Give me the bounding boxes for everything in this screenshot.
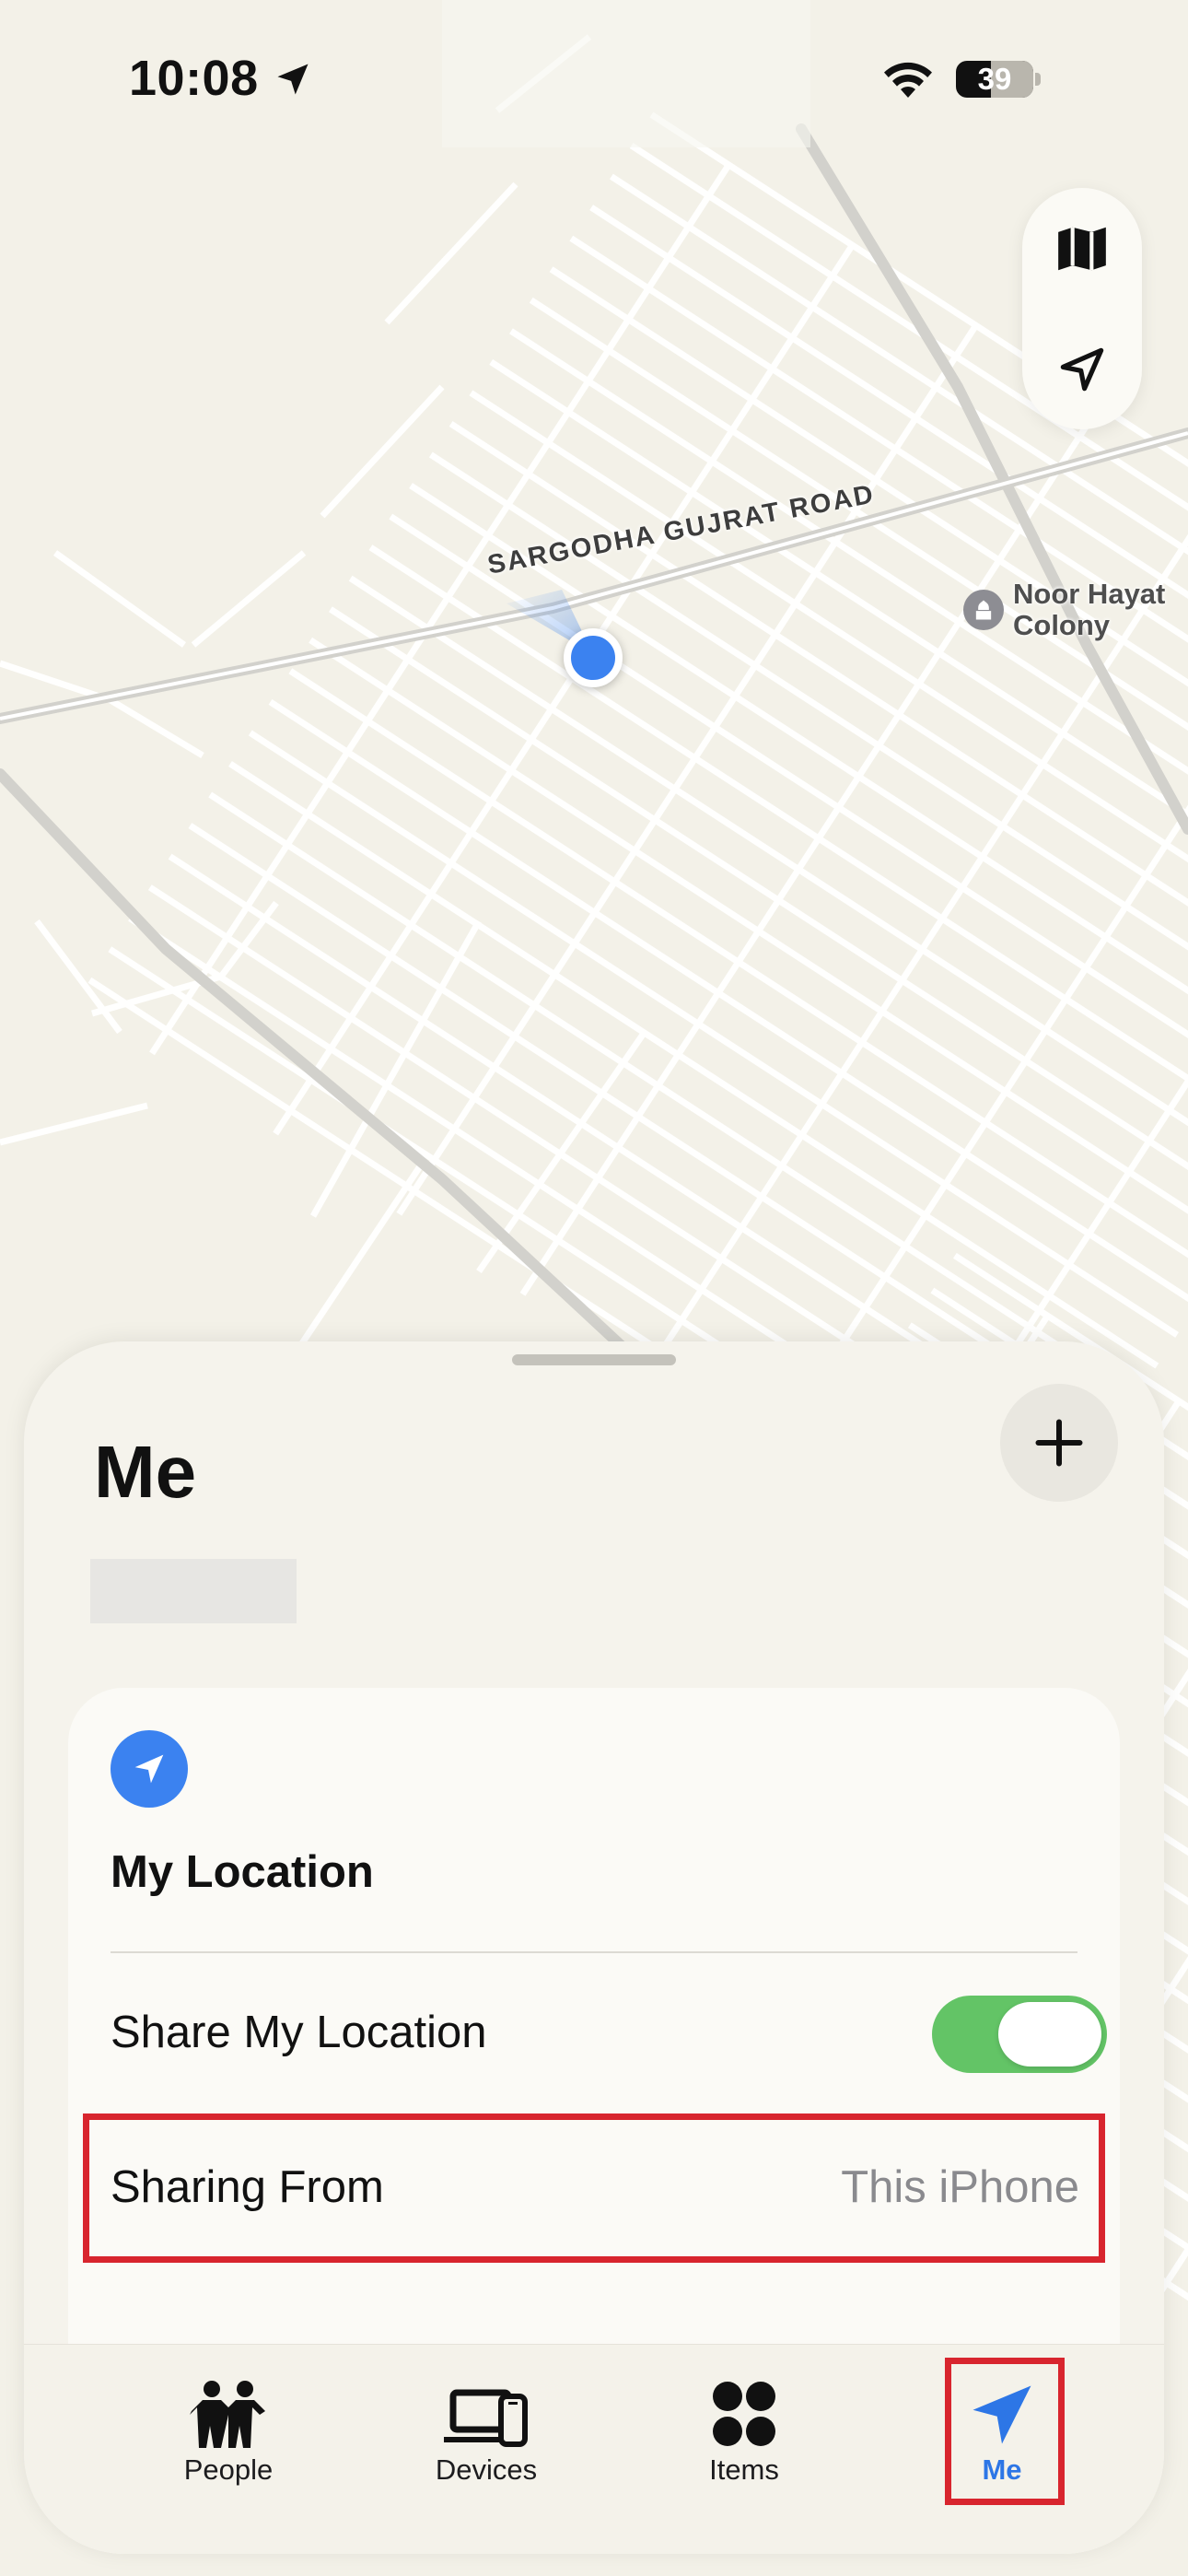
- people-icon: [190, 2381, 265, 2448]
- tab-me[interactable]: Me: [919, 2345, 1085, 2505]
- map-icon: [1058, 227, 1106, 270]
- share-my-location-toggle[interactable]: [932, 1996, 1107, 2073]
- tab-bar: People Devices Items Me: [24, 2344, 1164, 2554]
- wifi-icon: [884, 62, 932, 98]
- tab-devices[interactable]: Devices: [403, 2345, 569, 2501]
- battery-level: 39: [977, 62, 1012, 96]
- sharing-from-row[interactable]: Sharing From This iPhone: [83, 2113, 1105, 2263]
- toggle-knob: [998, 2002, 1101, 2067]
- location-arrow-icon: [277, 64, 309, 95]
- plus-icon: [1035, 1419, 1083, 1467]
- poi-label-line1: Noor Hayat: [1013, 578, 1166, 610]
- mosque-icon: [963, 590, 1004, 630]
- poi-label-line2: Colony: [1013, 609, 1111, 641]
- card-title: My Location: [111, 1847, 374, 1897]
- poi-label: Noor Hayat Colony: [1013, 579, 1165, 641]
- status-time: 10:08: [129, 51, 259, 106]
- me-sheet: Me My Location Share My Location Sharing…: [24, 1341, 1164, 2554]
- user-location-dot[interactable]: [564, 628, 623, 687]
- share-my-location-label: Share My Location: [111, 2008, 487, 2057]
- location-arrow-outline-icon: [1060, 347, 1104, 391]
- poi-noor-hayat-colony[interactable]: Noor Hayat Colony: [963, 579, 1184, 652]
- sheet-title: Me: [94, 1431, 197, 1513]
- highlight-box: [945, 2358, 1065, 2505]
- location-arrow-icon: [134, 1754, 164, 1784]
- tab-people[interactable]: People: [146, 2345, 311, 2501]
- my-location-icon-badge: [111, 1730, 188, 1808]
- locate-me-button[interactable]: [1022, 309, 1142, 429]
- devices-icon: [444, 2389, 528, 2447]
- tab-items[interactable]: Items: [661, 2345, 827, 2501]
- tab-label: Devices: [435, 2453, 538, 2486]
- status-bar: 10:08 39: [0, 0, 1188, 157]
- map-mode-button[interactable]: [1022, 188, 1142, 309]
- add-button[interactable]: [1000, 1384, 1118, 1502]
- tab-label: Items: [709, 2453, 779, 2486]
- tab-label: People: [183, 2453, 274, 2486]
- divider: [111, 1951, 1077, 1953]
- battery-indicator: 39: [956, 57, 1041, 101]
- battery-icon: 39: [956, 61, 1033, 98]
- items-icon: [713, 2382, 775, 2446]
- highlight-box: [83, 2113, 1105, 2263]
- sheet-grabber[interactable]: [512, 1354, 676, 1365]
- map-controls: [1022, 188, 1142, 429]
- redacted-name: [90, 1559, 297, 1623]
